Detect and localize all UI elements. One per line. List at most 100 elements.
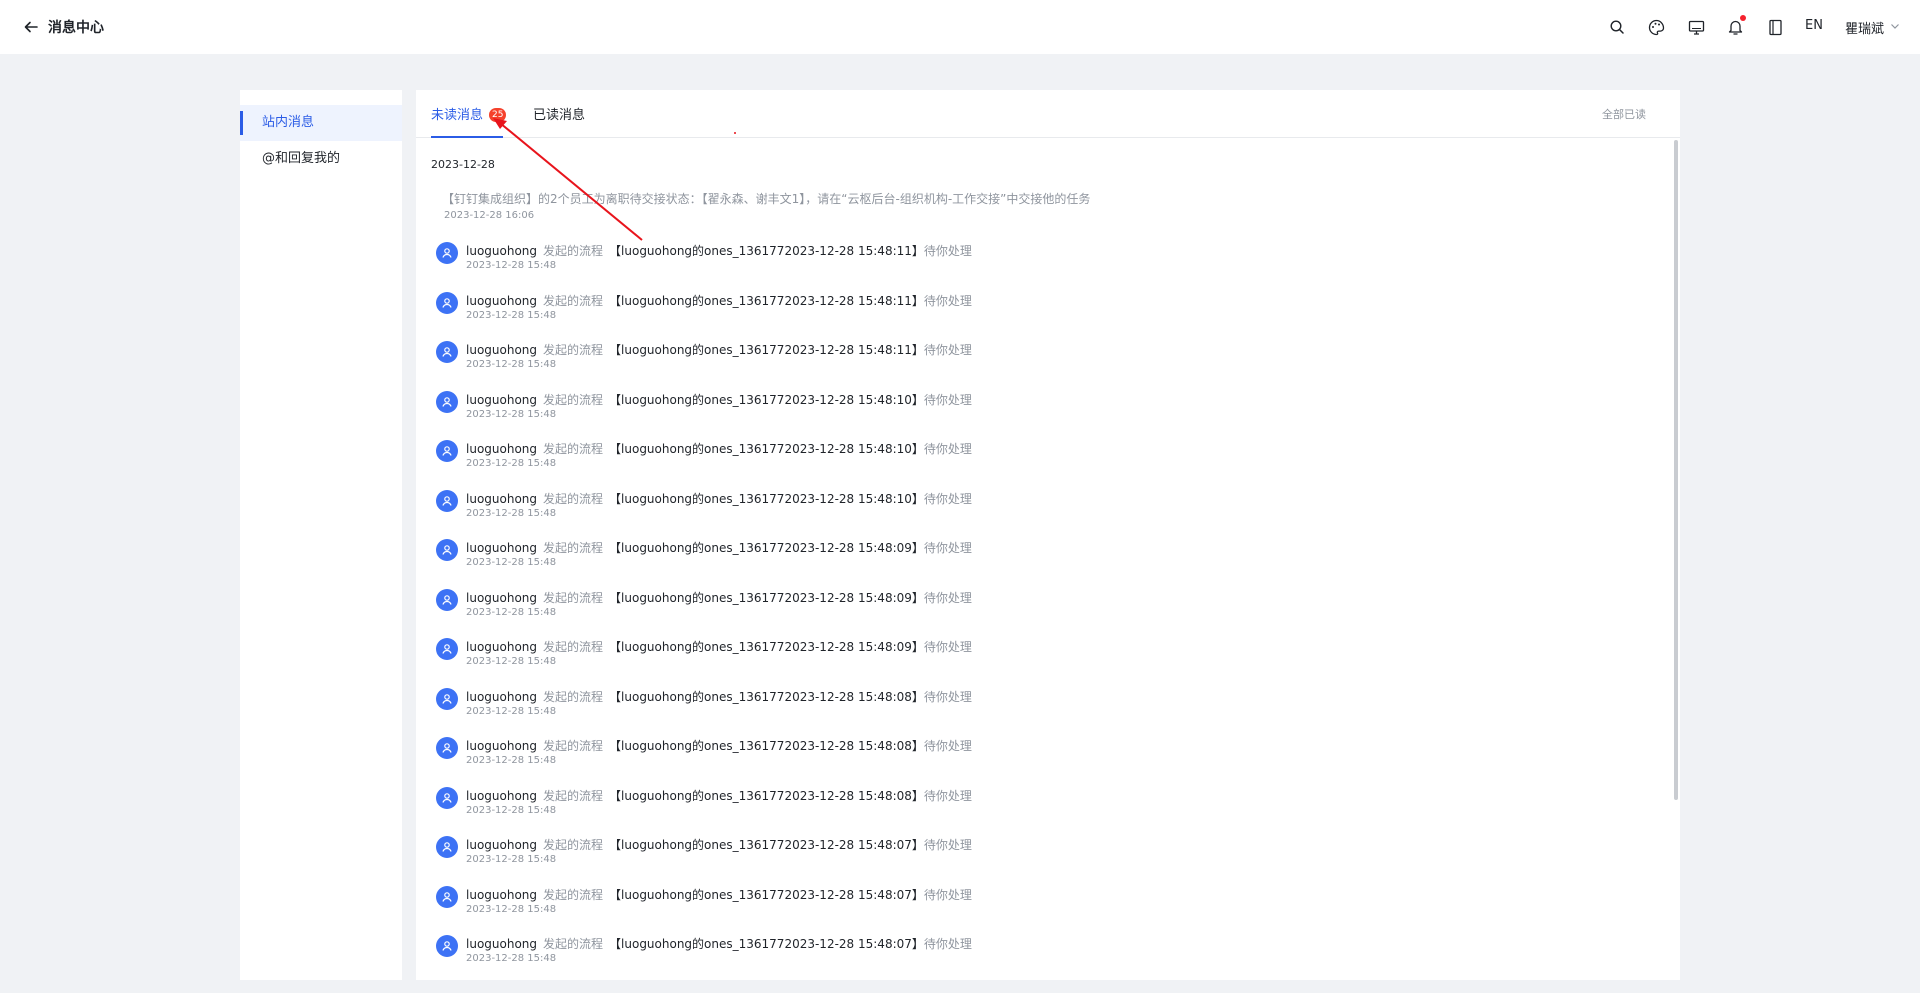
message-item[interactable]: luoguohong 发起的流程 【luoguohong的ones_13617720… (436, 238, 1536, 278)
message-time: 2023-12-28 15:48 (466, 854, 557, 865)
message-time: 2023-12-28 15:48 (466, 309, 557, 321)
message-time: 2023-12-28 15:48 (466, 755, 557, 766)
message-status: 待你处理 (923, 838, 972, 852)
message-verb: 发起的流程 (543, 442, 604, 456)
message-verb: 发起的流程 (543, 590, 604, 605)
message-title[interactable]: 【luoguohong的ones_1361772023-12-28 15:48:… (609, 838, 924, 852)
message-item[interactable]: luoguohong 发起的流程 【luoguohong的ones_13617720… (436, 684, 1536, 724)
message-status: 待你处理 (923, 788, 972, 803)
message-title[interactable]: 【luoguohong的ones_1361772023-12-28 15:48:… (609, 690, 924, 704)
message-text: luoguohong 发起的流程 【luoguohong的ones_13617720… (466, 440, 972, 457)
user-avatar-icon (436, 440, 458, 462)
message-verb: 发起的流程 (543, 788, 604, 803)
bell-icon[interactable] (1723, 15, 1747, 39)
tab-unread[interactable]: 未读消息 25 (431, 104, 507, 138)
message-user: luoguohong (466, 838, 538, 852)
message-user: luoguohong (466, 937, 538, 951)
message-item[interactable]: luoguohong 发起的流程 【luoguohong的ones_13617720… (436, 585, 1536, 625)
message-verb: 发起的流程 (543, 838, 604, 852)
user-name: 瞿瑞斌 (1845, 22, 1885, 37)
message-item[interactable]: luoguohong 发起的流程 【luoguohong的ones_13617720… (436, 486, 1536, 526)
system-message-time: 2023-12-28 16:06 (444, 210, 535, 221)
message-time: 2023-12-28 15:48 (466, 903, 557, 915)
message-title[interactable]: 【luoguohong的ones_1361772023-12-28 15:48:… (609, 393, 924, 407)
top-bar: 消息中心 EN 瞿瑞斌 (0, 0, 1920, 54)
message-title[interactable]: 【luoguohong的ones_1361772023-12-28 15:48:… (609, 739, 924, 753)
message-text: luoguohong 发起的流程 【luoguohong的ones_13617720… (466, 242, 972, 259)
message-verb: 发起的流程 (543, 937, 604, 951)
message-verb: 发起的流程 (543, 887, 604, 902)
message-user: luoguohong (466, 739, 538, 753)
user-menu[interactable]: 瞿瑞斌 (1845, 18, 1900, 37)
message-item[interactable]: luoguohong 发起的流程 【luoguohong的ones_13617720… (436, 436, 1536, 476)
message-status: 待你处理 (923, 689, 972, 704)
message-title[interactable]: 【luoguohong的ones_1361772023-12-28 15:48:… (609, 541, 924, 555)
palette-icon[interactable] (1644, 15, 1668, 39)
user-avatar-icon (436, 341, 458, 363)
message-status: 待你处理 (923, 937, 972, 951)
message-user: luoguohong (466, 887, 538, 902)
message-title[interactable]: 【luoguohong的ones_1361772023-12-28 15:48:… (609, 442, 924, 456)
tab-read[interactable]: 已读消息 (533, 104, 585, 138)
message-title[interactable]: 【luoguohong的ones_1361772023-12-28 15:48:… (609, 888, 924, 902)
message-item[interactable]: luoguohong 发起的流程 【luoguohong的ones_13617720… (436, 733, 1536, 773)
system-message-text: 【钉钉集成组织】的2个员工为离职待交接状态：【翟永森、谢丰文1】，请在“云枢后台… (442, 192, 1091, 206)
message-verb: 发起的流程 (543, 343, 604, 357)
message-status: 待你处理 (923, 491, 972, 506)
message-status: 待你处理 (923, 640, 972, 654)
message-item[interactable]: luoguohong 发起的流程 【luoguohong的ones_13617720… (436, 535, 1536, 575)
message-item[interactable]: luoguohong 发起的流程 【luoguohong的ones_13617720… (436, 783, 1536, 823)
language-switch[interactable]: EN (1805, 18, 1823, 33)
message-title[interactable]: 【luoguohong的ones_1361772023-12-28 15:48:… (609, 343, 924, 357)
message-time: 2023-12-28 15:48 (466, 606, 557, 618)
message-status: 待你处理 (923, 739, 972, 753)
message-time: 2023-12-28 15:48 (466, 557, 557, 568)
sidebar-item-site-messages[interactable]: 站内消息 (240, 105, 402, 141)
message-verb: 发起的流程 (543, 491, 604, 506)
scrollbar[interactable] (1674, 140, 1678, 800)
message-time: 2023-12-28 15:48 (466, 953, 557, 964)
message-verb: 发起的流程 (543, 640, 604, 654)
message-title[interactable]: 【luoguohong的ones_1361772023-12-28 15:48:… (609, 591, 924, 605)
message-item[interactable]: luoguohong 发起的流程 【luoguohong的ones_13617720… (436, 288, 1536, 328)
book-icon[interactable] (1763, 15, 1787, 39)
message-text: luoguohong 发起的流程 【luoguohong的ones_13617720… (466, 638, 972, 655)
message-item[interactable]: luoguohong 发起的流程 【luoguohong的ones_13617720… (436, 882, 1536, 922)
message-item[interactable]: luoguohong 发起的流程 【luoguohong的ones_13617720… (436, 634, 1536, 674)
message-item[interactable]: luoguohong 发起的流程 【luoguohong的ones_13617720… (436, 387, 1536, 427)
user-avatar-icon (436, 885, 458, 908)
message-item[interactable]: luoguohong 发起的流程 【luoguohong的ones_13617720… (436, 337, 1536, 377)
mark-all-read-button[interactable]: 全部已读 (1602, 106, 1646, 122)
system-message[interactable]: 【钉钉集成组织】的2个员工为离职待交接状态：【翟永森、谢丰文1】，请在“云枢后台… (442, 190, 1542, 221)
message-time: 2023-12-28 15:48 (466, 804, 557, 816)
message-status: 待你处理 (923, 541, 972, 555)
message-item[interactable]: luoguohong 发起的流程 【luoguohong的ones_13617720… (436, 931, 1536, 971)
message-item[interactable]: luoguohong 发起的流程 【luoguohong的ones_13617720… (436, 832, 1536, 872)
sidebar-item-mentions[interactable]: @和回复我的 (240, 141, 402, 177)
message-text: luoguohong 发起的流程 【luoguohong的ones_13617720… (466, 539, 972, 556)
message-title[interactable]: 【luoguohong的ones_1361772023-12-28 15:48:… (609, 294, 924, 308)
monitor-icon[interactable] (1684, 15, 1708, 39)
message-time: 2023-12-28 15:48 (466, 260, 557, 271)
message-title[interactable]: 【luoguohong的ones_1361772023-12-28 15:48:… (609, 937, 924, 951)
tab-unread-label: 未读消息 (431, 108, 484, 123)
user-avatar-icon (436, 390, 458, 413)
message-title[interactable]: 【luoguohong的ones_1361772023-12-28 15:48:… (609, 789, 924, 803)
message-text: luoguohong 发起的流程 【luoguohong的ones_13617720… (466, 341, 972, 358)
back-arrow-icon[interactable] (20, 16, 42, 38)
message-title[interactable]: 【luoguohong的ones_1361772023-12-28 15:48:… (609, 244, 924, 258)
message-verb: 发起的流程 (543, 739, 604, 753)
message-title[interactable]: 【luoguohong的ones_1361772023-12-28 15:48:… (609, 492, 924, 506)
message-time: 2023-12-28 15:48 (466, 656, 557, 667)
message-verb: 发起的流程 (543, 293, 604, 308)
message-text: luoguohong 发起的流程 【luoguohong的ones_13617720… (466, 292, 972, 309)
message-time: 2023-12-28 15:48 (466, 507, 557, 519)
unread-count-badge: 25 (489, 107, 507, 122)
message-text: luoguohong 发起的流程 【luoguohong的ones_13617720… (466, 391, 972, 408)
search-icon[interactable] (1605, 15, 1629, 39)
notification-dot (1740, 15, 1746, 21)
message-user: luoguohong (466, 590, 538, 605)
user-avatar-icon (436, 836, 458, 858)
user-avatar-icon (436, 291, 458, 314)
message-title[interactable]: 【luoguohong的ones_1361772023-12-28 15:48:… (609, 640, 924, 654)
